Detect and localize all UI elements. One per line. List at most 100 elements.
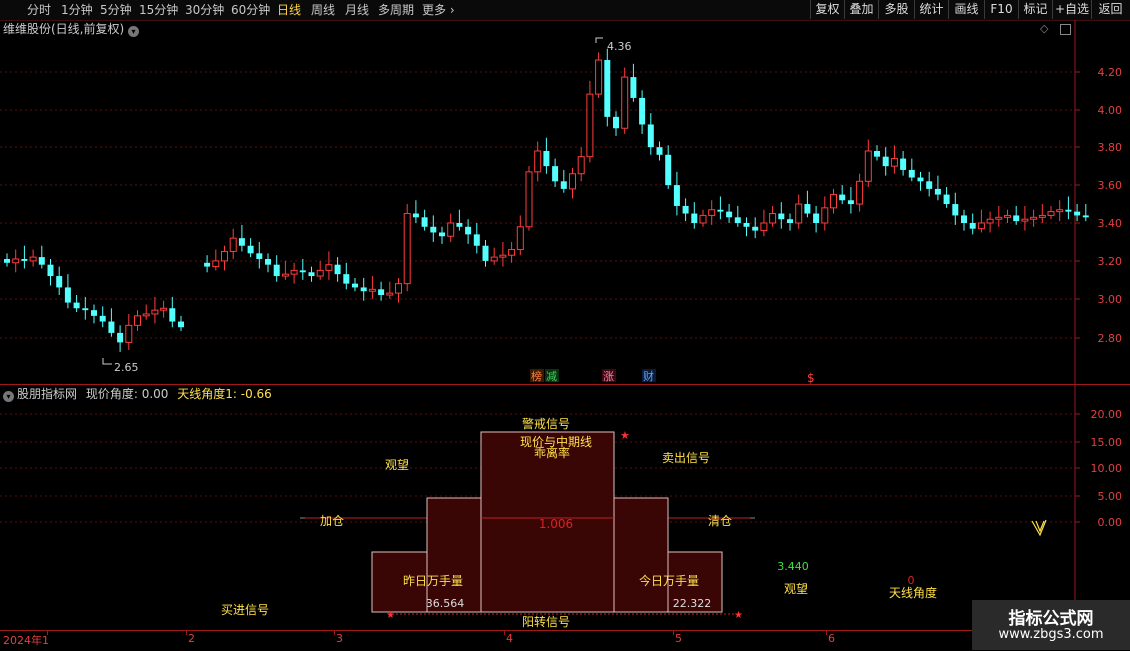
- low-label: 2.65: [114, 361, 139, 374]
- candle-down: [38, 257, 45, 265]
- candle-up: [525, 171, 533, 228]
- deviation-label-2: 乖离率: [534, 445, 570, 460]
- event-zhang[interactable]: 涨: [603, 370, 614, 383]
- candle-up: [795, 203, 803, 224]
- candle-up: [281, 273, 289, 277]
- candle-up: [151, 309, 159, 315]
- watch-right-label: 观望: [784, 582, 808, 596]
- candle-down: [691, 213, 698, 223]
- candle-down: [778, 213, 785, 220]
- price-tick-label: 3.80: [1098, 141, 1123, 154]
- candle-down: [839, 194, 846, 201]
- period-15min[interactable]: 15分钟: [139, 1, 178, 19]
- candle-up: [1004, 214, 1011, 218]
- candle-down: [378, 289, 385, 296]
- candle-down: [4, 259, 10, 263]
- period-more[interactable]: 更多 ›: [422, 1, 455, 19]
- candle-down: [265, 259, 271, 265]
- candle-down: [560, 181, 567, 189]
- price-tick-label: 3.20: [1098, 255, 1123, 268]
- candle-down: [639, 97, 646, 125]
- period-5min[interactable]: 5分钟: [100, 1, 132, 19]
- event-jian[interactable]: 减: [546, 370, 557, 383]
- candle-up: [403, 213, 411, 285]
- candle-up: [508, 249, 516, 256]
- candle-up: [447, 222, 455, 237]
- time-label-apr: 4: [506, 632, 513, 645]
- indicator-tick-label: 5.00: [1098, 490, 1123, 503]
- period-monthly[interactable]: 月线: [345, 1, 369, 19]
- period-30min[interactable]: 30分钟: [185, 1, 224, 19]
- candle-down: [465, 226, 472, 235]
- candle-up: [395, 283, 402, 294]
- candle-down: [421, 217, 428, 227]
- stats-button[interactable]: 统计: [914, 0, 948, 19]
- period-60min[interactable]: 60分钟: [231, 1, 270, 19]
- candle-up: [490, 256, 498, 262]
- candle-up: [986, 218, 994, 224]
- period-daily[interactable]: 日线: [277, 1, 301, 19]
- period-multi[interactable]: 多周期: [378, 1, 414, 19]
- indicator-chart[interactable]: 20.0015.0010.005.000.00 警戒信号 ★ 现价与中期线 乖离…: [0, 385, 1130, 630]
- candle-down: [734, 217, 741, 223]
- event-cai[interactable]: 财: [643, 369, 654, 383]
- candle-up: [212, 260, 220, 268]
- candle-down: [1074, 211, 1081, 216]
- candle-up: [499, 254, 507, 258]
- add-position-label: 加仓: [320, 514, 344, 528]
- event-dollar[interactable]: $: [807, 371, 815, 385]
- deviation-value: 1.006: [539, 517, 573, 531]
- star-right-icon: ★: [734, 610, 743, 621]
- event-bang[interactable]: 榜: [531, 369, 542, 383]
- candle-down: [178, 321, 184, 328]
- candle-down: [543, 150, 550, 167]
- candle-up: [1038, 214, 1046, 218]
- back-button[interactable]: 返回: [1091, 0, 1129, 19]
- candle-up: [1021, 218, 1029, 222]
- tick-mark: [504, 631, 505, 635]
- tick-mark: [334, 631, 335, 635]
- overlay-button[interactable]: 叠加: [844, 0, 878, 19]
- draw-line-button[interactable]: 画线: [948, 0, 984, 19]
- tick-mark: [826, 631, 827, 635]
- green-value: 3.440: [777, 560, 809, 573]
- mark-button[interactable]: 标记: [1018, 0, 1052, 19]
- candle-down: [682, 205, 689, 214]
- candle-up: [699, 214, 707, 224]
- candle-up: [325, 264, 333, 271]
- candle-down: [169, 308, 176, 322]
- candle-down: [473, 234, 480, 246]
- low-arrow-icon: [102, 358, 112, 365]
- candle-up: [221, 250, 228, 262]
- yesterday-volume-value: 36.564: [426, 597, 465, 610]
- candle-up: [29, 256, 37, 262]
- candle-down: [47, 264, 54, 277]
- candle-down: [256, 253, 263, 260]
- low-marker: 2.65: [102, 358, 139, 374]
- candle-up: [864, 150, 872, 182]
- candle-up: [977, 222, 985, 230]
- price-grid: [0, 71, 1075, 339]
- period-weekly[interactable]: 周线: [311, 1, 335, 19]
- period-fenshi[interactable]: 分时: [27, 1, 51, 19]
- indicator-tick-label: 20.00: [1091, 408, 1123, 421]
- candle-down: [926, 181, 933, 189]
- warning-signal: 警戒信号: [522, 416, 570, 431]
- f10-button[interactable]: F10: [984, 0, 1018, 19]
- candle-up: [316, 269, 324, 277]
- watermark-title: 指标公式网: [1008, 609, 1094, 629]
- add-watchlist-button[interactable]: +自选: [1052, 0, 1091, 19]
- candle-down: [1065, 209, 1072, 212]
- candle-up: [830, 194, 837, 209]
- candle-down: [343, 274, 350, 284]
- time-label-jan: 2024年1: [3, 634, 49, 647]
- candle-down: [934, 188, 941, 195]
- candle-down: [743, 223, 750, 227]
- period-1min[interactable]: 1分钟: [61, 1, 93, 19]
- sell-signal: 卖出信号: [662, 451, 710, 465]
- fuquan-button[interactable]: 复权: [810, 0, 844, 19]
- reverse-signal: 阳转信号: [522, 614, 570, 629]
- multi-stock-button[interactable]: 多股: [878, 0, 914, 19]
- candlestick-chart[interactable]: 4.20 4.00 3.80 3.60 3.40 3.20 3.00 2.80 4.36 2.…: [0, 20, 1130, 385]
- watermark: 指标公式网 www.zbgs3.com: [972, 600, 1130, 650]
